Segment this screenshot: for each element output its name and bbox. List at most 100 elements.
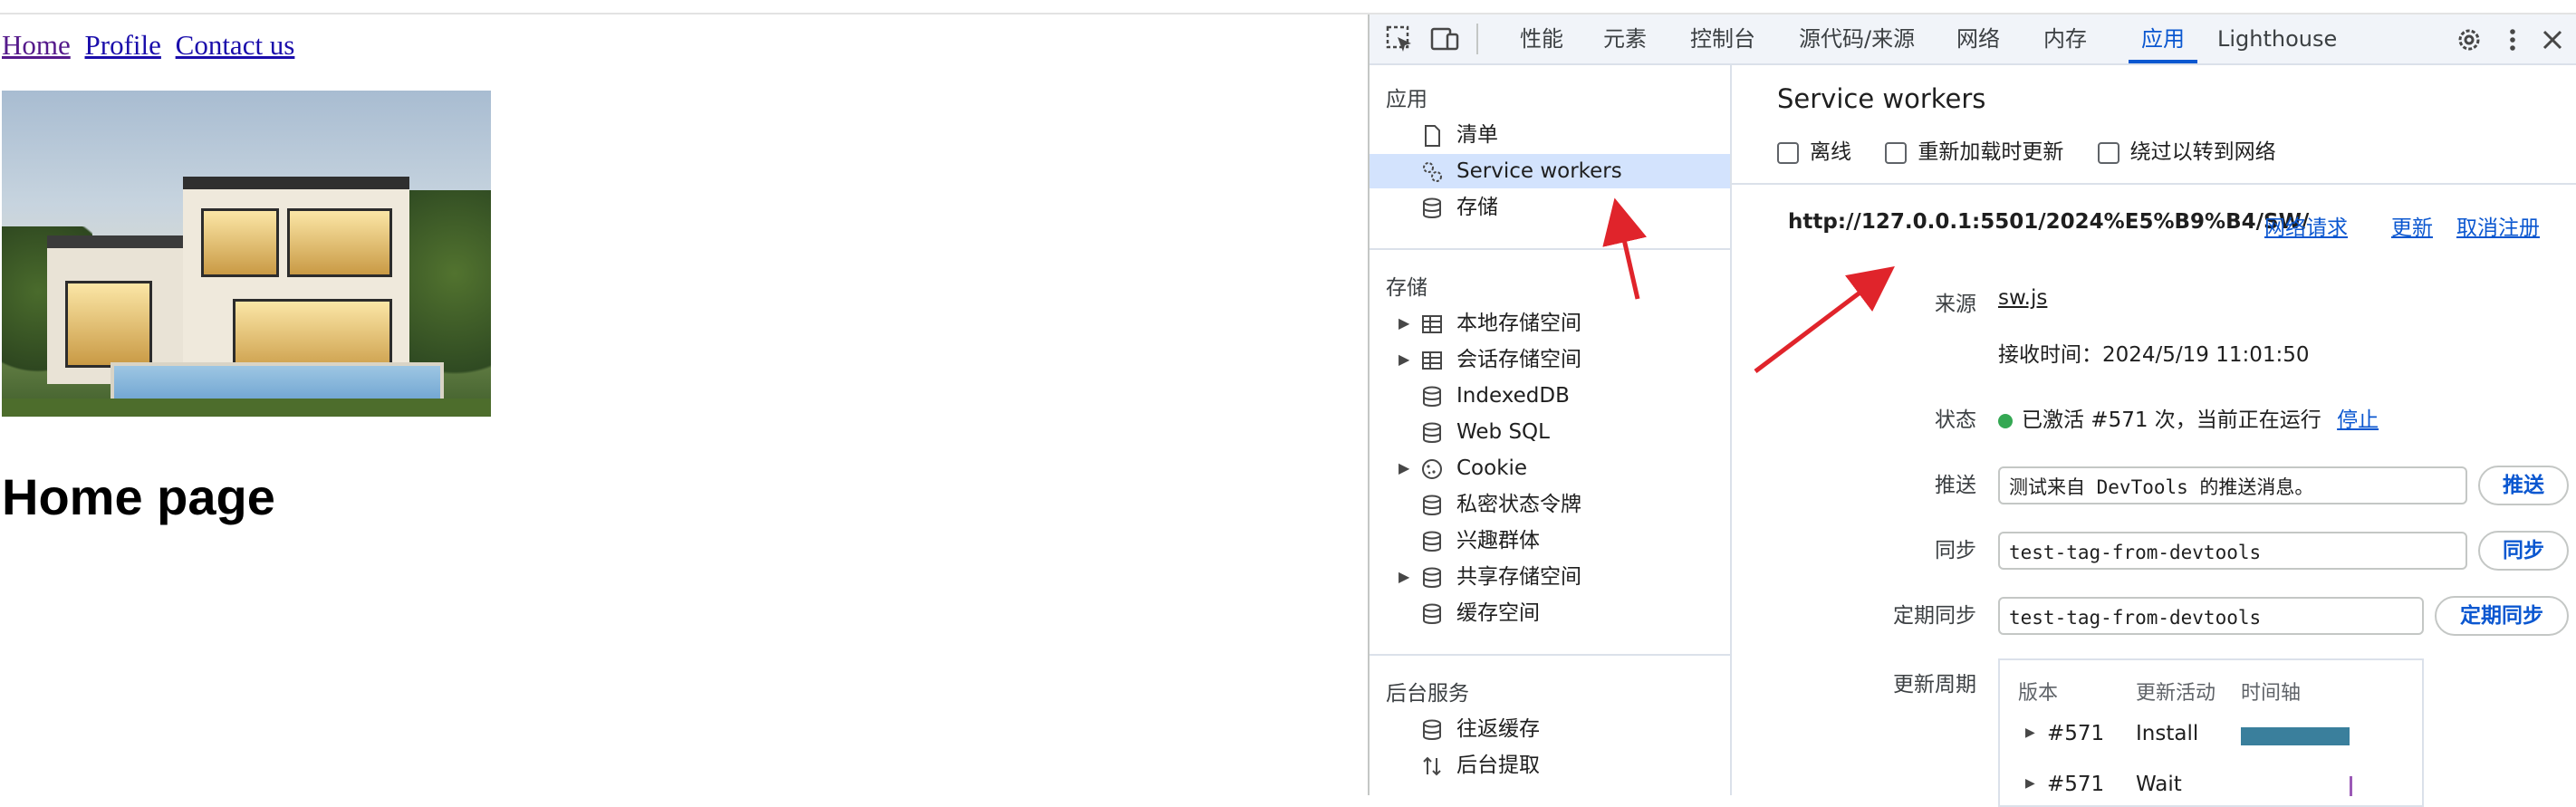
- options-row: 离线 重新加载时更新 绕过以转到网络: [1777, 134, 2303, 165]
- table-cell-version: #571: [2047, 773, 2105, 796]
- sidebar-item-indexeddb[interactable]: IndexedDB: [1370, 379, 1730, 413]
- sidebar-item-web-sql[interactable]: Web SQL: [1370, 415, 1730, 449]
- wait-timeline-tick: [2350, 776, 2352, 796]
- sidebar-item-service-workers[interactable]: Service workers: [1370, 154, 1730, 188]
- unregister-link[interactable]: 取消注册: [2456, 210, 2540, 241]
- column-header-timeline: 时间轴: [2241, 682, 2302, 705]
- page-heading: Home page: [2, 468, 275, 525]
- table-icon: [1422, 315, 1442, 333]
- push-label: 推送: [1935, 474, 1976, 497]
- expand-triangle-icon[interactable]: ▶: [1399, 451, 1409, 485]
- sidebar-item-cookie[interactable]: ▶ Cookie: [1370, 451, 1730, 485]
- sidebar-item-interest-groups[interactable]: 兴趣群体: [1370, 524, 1730, 558]
- devtools-panel: 性能 元素 控制台 源代码/来源 网络 内存 应用 Lighthouse 应用 …: [1368, 14, 2576, 807]
- sidebar-item-shared-storage[interactable]: ▶ 共享存储空间: [1370, 560, 1730, 594]
- toolbar-divider: [1476, 24, 1478, 54]
- periodic-sync-tag-input[interactable]: test-tag-from-devtools: [1998, 597, 2424, 635]
- expand-triangle-icon[interactable]: ▶: [2025, 725, 2035, 740]
- sidebar-item-session-storage[interactable]: ▶ 会话存储空间: [1370, 342, 1730, 377]
- sidebar-item-private-state-tokens[interactable]: 私密状态令牌: [1370, 487, 1730, 522]
- sidebar-item-manifest[interactable]: 清单: [1370, 118, 1730, 152]
- settings-gear-icon[interactable]: [2455, 25, 2484, 54]
- tab-console[interactable]: 控制台: [1690, 14, 1755, 63]
- status-running-dot: [1998, 413, 2013, 428]
- database-icon: [1423, 603, 1441, 624]
- table-icon: [1422, 351, 1442, 370]
- section-title-application: 应用: [1386, 88, 1427, 111]
- network-requests-link[interactable]: 网络请求: [2264, 210, 2348, 241]
- sidebar-item-storage[interactable]: 存储: [1370, 190, 1730, 225]
- sidebar-divider: [1370, 654, 1730, 656]
- expand-triangle-icon[interactable]: ▶: [1399, 342, 1409, 377]
- checkbox-box[interactable]: [1777, 141, 1799, 164]
- sync-button[interactable]: 同步: [2478, 531, 2569, 571]
- received-time: 接收时间：2024/5/19 11:01:50: [1998, 343, 2310, 367]
- nav-link-home[interactable]: Home: [2, 29, 71, 61]
- tab-network[interactable]: 网络: [1956, 14, 2000, 63]
- sidebar-item-cache-storage[interactable]: 缓存空间: [1370, 596, 1730, 630]
- checkbox-box[interactable]: [2097, 141, 2119, 164]
- sidebar-item-local-storage[interactable]: ▶ 本地存储空间: [1370, 306, 1730, 341]
- tab-lighthouse[interactable]: Lighthouse: [2217, 14, 2337, 63]
- update-cycle-label: 更新周期: [1893, 673, 1976, 697]
- application-sidebar: 应用 清单 Service workers 存储 存储 ▶ 本地存储空间 ▶ 会…: [1370, 65, 1732, 795]
- document-icon: [1425, 125, 1440, 147]
- push-message-input[interactable]: 测试来自 DevTools 的推送消息。: [1998, 466, 2467, 504]
- tab-memory[interactable]: 内存: [2043, 14, 2087, 63]
- expand-triangle-icon[interactable]: ▶: [2025, 776, 2035, 791]
- tab-elements[interactable]: 元素: [1603, 14, 1647, 63]
- more-options-icon[interactable]: [2498, 25, 2527, 54]
- update-link[interactable]: 更新: [2391, 210, 2433, 241]
- install-timeline-bar: [2241, 727, 2350, 745]
- column-header-activity: 更新活动: [2136, 682, 2216, 705]
- periodic-sync-button[interactable]: 定期同步: [2435, 596, 2569, 636]
- offline-checkbox[interactable]: 离线: [1777, 134, 1851, 165]
- nav-link-profile[interactable]: Profile: [85, 29, 161, 61]
- close-icon[interactable]: [2538, 25, 2567, 54]
- section-title-storage: 存储: [1386, 276, 1427, 300]
- gears-icon: [1423, 162, 1442, 182]
- sync-tag-input[interactable]: test-tag-from-devtools: [1998, 532, 2467, 570]
- service-worker-scope-url: http://127.0.0.1:5501/2024%E5%B9%B4/SW/: [1788, 210, 2310, 234]
- sidebar-item-background-fetch[interactable]: 后台提取: [1370, 748, 1730, 783]
- nav-link-contact[interactable]: Contact us: [176, 29, 295, 61]
- push-button[interactable]: 推送: [2478, 466, 2569, 505]
- source-file-link[interactable]: sw.js: [1998, 286, 2047, 310]
- table-cell-activity: Wait: [2136, 773, 2182, 796]
- web-page: Home Profile Contact us Home page: [0, 14, 1368, 795]
- stop-link[interactable]: 停止: [2337, 408, 2379, 432]
- database-icon: [1423, 386, 1441, 407]
- status-label: 状态: [1935, 408, 1976, 432]
- tab-sources[interactable]: 源代码/来源: [1799, 14, 1915, 63]
- expand-triangle-icon[interactable]: ▶: [1399, 560, 1409, 594]
- database-icon: [1423, 197, 1441, 218]
- checkbox-box[interactable]: [1885, 141, 1908, 164]
- bypass-for-network-checkbox[interactable]: 绕过以转到网络: [2097, 134, 2276, 165]
- update-cycle-table: 版本 更新活动 时间轴 ▶ #571 Install ▶ #571 Wait: [1998, 658, 2424, 807]
- panel-divider: [1732, 183, 2576, 185]
- database-icon: [1423, 531, 1441, 552]
- database-icon: [1423, 719, 1441, 740]
- column-header-version: 版本: [2018, 682, 2059, 705]
- panel-title: Service workers: [1777, 83, 1986, 114]
- tab-performance[interactable]: 性能: [1520, 14, 1563, 63]
- devtools-toolbar: 性能 元素 控制台 源代码/来源 网络 内存 应用 Lighthouse: [1370, 14, 2576, 65]
- table-cell-activity: Install: [2136, 722, 2199, 745]
- database-icon: [1423, 422, 1441, 443]
- update-on-reload-checkbox[interactable]: 重新加载时更新: [1885, 134, 2063, 165]
- expand-triangle-icon[interactable]: ▶: [1399, 306, 1409, 341]
- inspect-element-icon[interactable]: [1384, 24, 1415, 54]
- device-toolbar-icon[interactable]: [1429, 24, 1460, 54]
- cookie-icon: [1422, 459, 1442, 479]
- sidebar-divider: [1370, 248, 1730, 250]
- tab-application[interactable]: 应用: [2129, 14, 2197, 63]
- source-label: 来源: [1935, 293, 1976, 316]
- database-icon: [1423, 495, 1441, 515]
- house-image: [2, 91, 491, 417]
- sync-label: 同步: [1935, 539, 1976, 562]
- status-value: 已激活 #571 次，当前正在运行 停止: [1998, 402, 2379, 433]
- sidebar-item-bfcache[interactable]: 往返缓存: [1370, 712, 1730, 746]
- window-top-edge: [0, 0, 2576, 14]
- nav-bar: Home Profile Contact us: [2, 29, 302, 62]
- table-cell-version: #571: [2047, 722, 2105, 745]
